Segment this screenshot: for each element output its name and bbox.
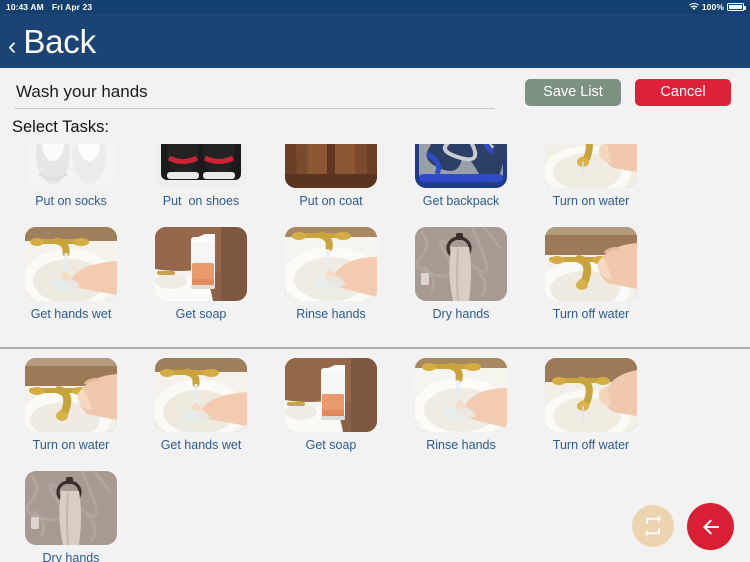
task-cell[interactable]: Get hands wet (136, 350, 266, 453)
task-label: Turn on water (552, 194, 630, 208)
task-label: Get hands wet (30, 307, 112, 321)
task-label: Turn on water (32, 438, 110, 452)
task-cell[interactable]: Turn off water (526, 350, 656, 453)
task-label: Dry hands (432, 307, 490, 321)
hand-turning-faucet-off-photo[interactable] (25, 358, 117, 432)
available-tasks-grid: Put on socks Put on shoes Put on coat Get b… (0, 144, 750, 332)
hand-turning-faucet-on-photo[interactable] (545, 144, 637, 188)
task-cell[interactable]: Put on shoes (136, 144, 266, 209)
task-cell[interactable]: Get backpack (396, 144, 526, 209)
available-tasks-panel[interactable]: Put on socks Put on shoes Put on coat Get b… (0, 144, 750, 348)
task-cell[interactable]: Get soap (136, 219, 266, 322)
back-button-label: Back (23, 22, 96, 60)
task-cell[interactable]: Turn on water (6, 350, 136, 453)
task-cell[interactable]: Turn off water (526, 219, 656, 322)
task-label: Rinse hands (296, 307, 366, 321)
task-label: Get soap (305, 438, 357, 452)
task-label: Put on coat (299, 194, 363, 208)
status-time: 10:43 AM (6, 2, 44, 12)
brown-leather-jacket-photo[interactable] (285, 144, 377, 188)
status-bar-left: 10:43 AM Fri Apr 23 (6, 2, 92, 12)
towel-on-ring-photo[interactable] (415, 227, 507, 301)
task-cell[interactable]: Turn on water (526, 144, 656, 209)
task-cell[interactable]: Dry hands (396, 219, 526, 322)
wifi-icon (688, 3, 699, 11)
back-button[interactable]: ‹ Back (8, 22, 96, 60)
task-cell[interactable]: Rinse hands (266, 219, 396, 322)
task-label: Get soap (175, 307, 227, 321)
rinsing-hands-in-sink-photo[interactable] (415, 358, 507, 432)
task-label: Get hands wet (160, 438, 242, 452)
task-label: Dry hands (42, 551, 100, 562)
rinsing-hands-in-sink-photo[interactable] (285, 227, 377, 301)
list-title-wrap (14, 76, 494, 109)
arrow-left-icon (699, 515, 723, 539)
hand-turning-faucet-on-photo[interactable] (545, 358, 637, 432)
towel-on-ring-photo[interactable] (25, 471, 117, 545)
status-date: Fri Apr 23 (51, 2, 93, 12)
section-divider (0, 347, 750, 349)
task-label: Put on shoes (162, 194, 240, 208)
soap-dispenser-photo[interactable] (285, 358, 377, 432)
task-label: Turn off water (552, 307, 630, 321)
task-cell[interactable]: Put on socks (6, 144, 136, 209)
hands-under-running-water-photo[interactable] (25, 227, 117, 301)
task-cell[interactable]: Dry hands (6, 463, 136, 562)
list-header-row: Save List Cancel (0, 68, 750, 116)
cancel-button[interactable]: Cancel (635, 78, 731, 106)
repeat-icon (642, 515, 664, 537)
chevron-left-icon: ‹ (8, 31, 17, 60)
task-cell[interactable]: Get hands wet (6, 219, 136, 322)
white-socks-photo[interactable] (25, 144, 117, 188)
task-label: Turn off water (552, 438, 630, 452)
repeat-button[interactable] (632, 505, 674, 547)
task-label: Rinse hands (426, 438, 496, 452)
battery-percent: 100% (701, 2, 724, 12)
app-root: 10:43 AM Fri Apr 23 100% ‹ Back Save Lis… (0, 0, 750, 562)
select-tasks-label: Select Tasks: (12, 118, 109, 136)
task-label: Get backpack (422, 194, 500, 208)
go-back-fab[interactable] (687, 503, 734, 550)
red-black-sneakers-photo[interactable] (155, 144, 247, 188)
camo-backpack-photo[interactable] (415, 144, 507, 188)
status-bar-right: 100% (688, 2, 746, 12)
hand-turning-faucet-off-photo[interactable] (545, 227, 637, 301)
save-list-button[interactable]: Save List (525, 78, 621, 106)
task-cell[interactable]: Put on coat (266, 144, 396, 209)
status-bar: 10:43 AM Fri Apr 23 100% (0, 0, 750, 14)
header-actions: Save List Cancel (525, 78, 736, 106)
task-cell[interactable]: Get soap (266, 350, 396, 453)
task-cell[interactable]: Rinse hands (396, 350, 526, 453)
soap-dispenser-photo[interactable] (155, 227, 247, 301)
list-title-input[interactable] (14, 79, 494, 109)
hands-under-running-water-photo[interactable] (155, 358, 247, 432)
task-label: Put on socks (35, 194, 107, 208)
navigation-bar: ‹ Back (0, 14, 750, 68)
battery-full-icon (727, 3, 746, 11)
